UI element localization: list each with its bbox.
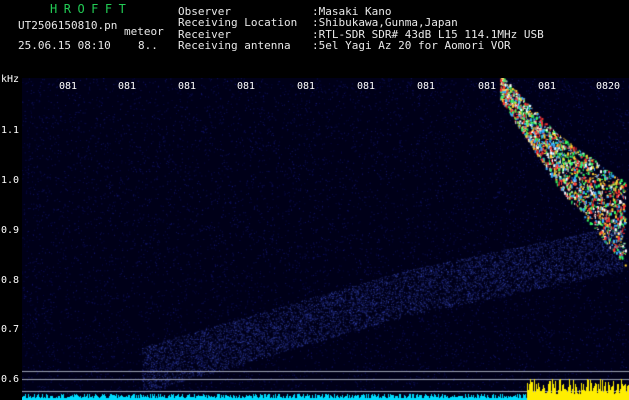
- x-tick-label: 081: [357, 81, 376, 92]
- y-tick-label: 0.9: [1, 225, 20, 236]
- x-tick-label: 081: [538, 81, 557, 92]
- antenna-value: :5el Yagi Az 20 for Aomori VOR: [312, 39, 511, 52]
- x-tick-label: 081: [59, 81, 78, 92]
- x-tick-label: 081: [178, 81, 197, 92]
- date-time-label: 25.06.15 08:10: [18, 39, 111, 52]
- spectrogram-plot: [22, 78, 629, 400]
- event-count-label: 8..: [138, 39, 158, 52]
- location-key: Receiving Location: [178, 16, 298, 29]
- x-tick-label: 081: [478, 81, 497, 92]
- x-tick-label: 081: [297, 81, 316, 92]
- event-type-label: meteor: [124, 25, 164, 38]
- y-tick-label: 1.0: [1, 175, 20, 186]
- location-value: :Shibukawa,Gunma,Japan: [312, 16, 458, 29]
- y-tick-label: 0.7: [1, 324, 20, 335]
- x-tick-label: 081: [237, 81, 256, 92]
- x-tick-label: 081: [417, 81, 436, 92]
- file-name-label: UT2506150810.pn: [18, 19, 118, 32]
- y-tick-label: 0.6: [1, 374, 20, 385]
- hrofft-screen: HROFFT UT2506150810.pn meteor 25.06.15 0…: [0, 0, 629, 400]
- y-axis-unit: kHz: [1, 74, 20, 85]
- y-tick-label: 1.1: [1, 125, 20, 136]
- antenna-key: Receiving antenna: [178, 39, 291, 52]
- x-tick-label: 0820: [596, 81, 621, 92]
- station-code-title: HROFFT: [50, 2, 133, 16]
- x-tick-label: 081: [118, 81, 137, 92]
- y-tick-label: 0.8: [1, 275, 20, 286]
